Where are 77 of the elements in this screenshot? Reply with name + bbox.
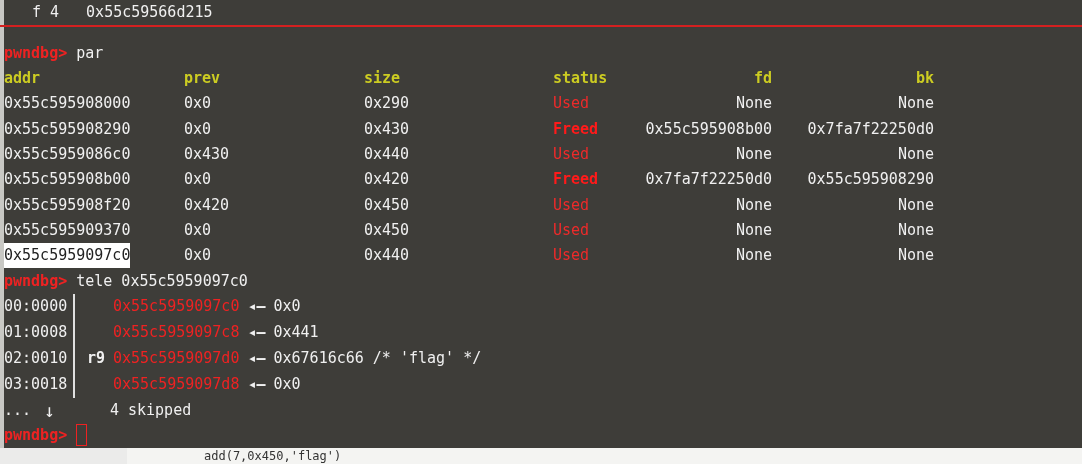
- table-cell-text: 0x0: [184, 245, 212, 267]
- table-cell-text: 0x440: [364, 143, 410, 165]
- offset-label: 00:0000: [4, 296, 67, 318]
- table-cell-text: 0x7fa7f22250d0: [645, 169, 772, 191]
- table-cell-text: None: [735, 194, 772, 216]
- ellipsis-text: ...: [4, 399, 32, 421]
- memory-value: 0x0: [273, 374, 301, 396]
- table-cell-text: 0x430: [364, 118, 410, 140]
- table-cell-text: None: [897, 93, 934, 115]
- prompt: pwndbg>: [4, 425, 68, 446]
- status-text: Used: [553, 93, 590, 115]
- table-cell-text: 0x55c5959086c0: [4, 143, 131, 165]
- register-label: r9: [85, 348, 105, 370]
- skipped-text: 4 skipped: [109, 399, 192, 421]
- status-text: Freed: [553, 169, 599, 191]
- text-cursor: [76, 424, 88, 447]
- arrow-text: ◂—: [247, 296, 266, 318]
- table-cell-text: 0x420: [364, 169, 410, 191]
- table-cell-text: None: [735, 245, 772, 267]
- frame-label: f 4: [32, 2, 60, 23]
- table-cell-text: 0x0: [184, 118, 212, 140]
- table-cell-text: 0x430: [184, 143, 230, 165]
- table-cell-text: None: [735, 93, 772, 115]
- table-cell-text: 0x55c595908b00: [645, 118, 772, 140]
- memory-value: 0x441: [273, 322, 319, 344]
- offset-label: 01:0008: [4, 322, 67, 344]
- table-cell-text: 0x0: [184, 93, 212, 115]
- table-cell-text: 0x55c595908000: [4, 93, 131, 115]
- column-header: addr: [4, 67, 41, 89]
- memory-address: 0x55c5959097c0: [113, 296, 240, 318]
- status-text: Used: [553, 245, 590, 267]
- table-cell-text: 0x290: [364, 93, 410, 115]
- memory-address: 0x55c5959097d8: [113, 374, 240, 396]
- arrow-text: ◂—: [247, 322, 266, 344]
- table-cell-text: None: [735, 143, 772, 165]
- table-cell-text: None: [897, 245, 934, 267]
- table-cell-text: 0x450: [364, 194, 410, 216]
- memory-address: 0x55c5959097c8: [113, 322, 240, 344]
- table-cell-text: 0x450: [364, 220, 410, 242]
- arrow-text: ◂—: [247, 348, 266, 370]
- table-cell: 0x55c5959097c0: [4, 243, 131, 269]
- column-header: prev: [184, 67, 221, 89]
- status-text: Used: [553, 220, 590, 242]
- memory-address: 0x55c5959097d0: [113, 348, 240, 370]
- table-cell-text: None: [897, 194, 934, 216]
- column-header: status: [553, 67, 608, 89]
- status-text: Freed: [553, 118, 599, 140]
- prompt: pwndbg>: [4, 270, 68, 292]
- offset-label: 03:0018: [4, 374, 67, 396]
- memory-value: 0x67616c66 /* 'flag' */: [273, 348, 482, 370]
- command-text: par: [76, 42, 104, 64]
- table-cell-text: 0x440: [364, 245, 410, 267]
- table-cell-text: 0x420: [184, 194, 230, 216]
- offset-label: 02:0010: [4, 348, 67, 370]
- status-text: Used: [553, 143, 590, 165]
- column-header: bk: [915, 67, 934, 89]
- column-header: fd: [753, 67, 772, 89]
- code-line: add(7,0x450,'flag'): [204, 449, 342, 463]
- arrow-text: ◂—: [247, 374, 266, 396]
- memory-value: 0x0: [273, 296, 301, 318]
- table-cell-text: None: [897, 220, 934, 242]
- table-cell-text: 0x55c595908290: [4, 118, 131, 140]
- table-cell-text: 0x7fa7f22250d0: [807, 118, 934, 140]
- down-arrow-text: ↓: [44, 398, 55, 423]
- table-cell-text: 0x55c595908290: [807, 169, 934, 191]
- prompt: pwndbg>: [4, 42, 68, 64]
- table-cell-text: None: [735, 220, 772, 242]
- command-text: tele 0x55c5959097c0: [76, 270, 248, 292]
- table-cell-text: 0x0: [184, 220, 212, 242]
- table-cell-text: 0x0: [184, 169, 212, 191]
- table-cell-text: 0x55c595908f20: [4, 194, 131, 216]
- table-cell-text: 0x55c595908b00: [4, 169, 131, 191]
- table-cell-text: None: [897, 143, 934, 165]
- frame-address: 0x55c59566d215: [86, 2, 213, 23]
- table-cell-text: 0x55c595909370: [4, 220, 131, 242]
- column-header: size: [364, 67, 401, 89]
- status-text: Used: [553, 194, 590, 216]
